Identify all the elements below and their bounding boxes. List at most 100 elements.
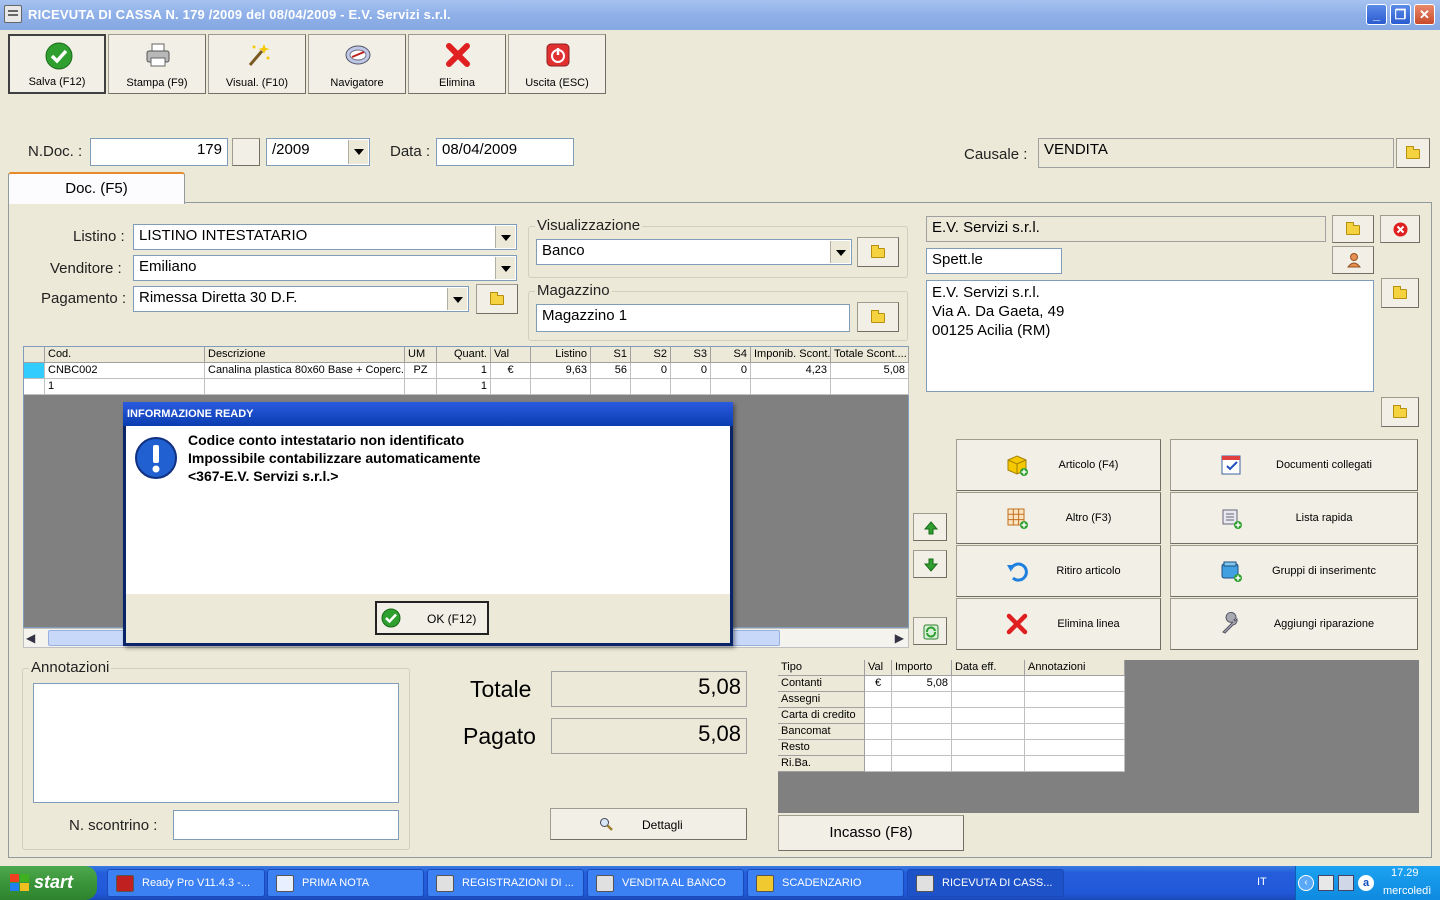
payment-cell[interactable] bbox=[1025, 756, 1125, 772]
grid-cell[interactable]: 56 bbox=[591, 363, 631, 379]
col-header[interactable]: Data eff. bbox=[952, 660, 1025, 676]
grid-cell[interactable] bbox=[751, 379, 831, 395]
payment-cell[interactable] bbox=[952, 692, 1025, 708]
chevron-left-icon[interactable]: ‹ bbox=[1298, 875, 1314, 891]
elimina-linea-button[interactable]: Elimina linea bbox=[956, 598, 1161, 650]
payment-cell[interactable] bbox=[1025, 740, 1125, 756]
lista-rapida-button[interactable]: Lista rapida bbox=[1170, 492, 1418, 544]
col-header[interactable]: S3 bbox=[671, 347, 711, 363]
monitor-icon[interactable] bbox=[1338, 875, 1354, 891]
customer-name-field[interactable]: E.V. Servizi s.r.l. bbox=[926, 216, 1326, 242]
preview-button[interactable]: Visual. (F10) bbox=[208, 34, 306, 94]
grid-cell[interactable]: PZ bbox=[405, 363, 437, 379]
payment-cell[interactable]: 5,08 bbox=[892, 676, 952, 692]
chevron-down-icon[interactable] bbox=[830, 241, 850, 263]
navigator-button[interactable]: Navigatore bbox=[308, 34, 406, 94]
col-header[interactable]: S1 bbox=[591, 347, 631, 363]
move-down-button[interactable] bbox=[913, 550, 947, 578]
payment-cell[interactable] bbox=[1025, 692, 1125, 708]
payment-cell[interactable] bbox=[865, 756, 892, 772]
task-prima-nota[interactable]: PRIMA NOTA bbox=[267, 869, 424, 897]
minimize-button[interactable]: _ bbox=[1366, 4, 1387, 25]
address-box[interactable]: E.V. Servizi s.r.l. Via A. Da Gaeta, 49 … bbox=[926, 280, 1374, 392]
incasso-button[interactable]: Incasso (F8) bbox=[778, 815, 964, 851]
documenti-collegati-button[interactable]: Documenti collegati bbox=[1170, 439, 1418, 491]
pagamento-browse-button[interactable] bbox=[476, 284, 518, 314]
grid-cell[interactable] bbox=[671, 379, 711, 395]
grid-cell[interactable] bbox=[831, 379, 909, 395]
grid-cell[interactable] bbox=[591, 379, 631, 395]
contact-button[interactable] bbox=[1332, 246, 1374, 274]
payment-cell[interactable] bbox=[1025, 724, 1125, 740]
grid-cell[interactable]: 0 bbox=[711, 363, 751, 379]
chevron-down-icon[interactable] bbox=[495, 257, 515, 279]
task-registrazioni[interactable]: REGISTRAZIONI DI ... bbox=[427, 869, 584, 897]
start-button[interactable]: start bbox=[0, 866, 97, 900]
causale-browse-button[interactable] bbox=[1396, 138, 1430, 168]
payment-cell[interactable] bbox=[892, 708, 952, 724]
venditore-select[interactable]: Emiliano bbox=[133, 255, 517, 281]
ritiro-articolo-button[interactable]: Ritiro articolo bbox=[956, 545, 1161, 597]
network-icon[interactable] bbox=[1318, 875, 1334, 891]
scroll-left-icon[interactable]: ◀ bbox=[26, 631, 35, 645]
grid-cell[interactable] bbox=[711, 379, 751, 395]
col-header[interactable]: S4 bbox=[711, 347, 751, 363]
address-browse-button[interactable] bbox=[1381, 278, 1419, 308]
payment-cell[interactable] bbox=[892, 740, 952, 756]
task-vendita-banco[interactable]: VENDITA AL BANCO bbox=[587, 869, 744, 897]
magazzino-field[interactable]: Magazzino 1 bbox=[536, 304, 850, 332]
col-header[interactable]: Val bbox=[491, 347, 531, 363]
salutation-field[interactable]: Spett.le bbox=[926, 248, 1062, 274]
listino-select[interactable]: LISTINO INTESTATARIO bbox=[133, 224, 517, 250]
payment-cell[interactable] bbox=[865, 708, 892, 724]
col-header[interactable]: Quant. bbox=[437, 347, 491, 363]
grid-cell[interactable] bbox=[631, 379, 671, 395]
grid-cell[interactable] bbox=[491, 379, 531, 395]
col-header[interactable]: S2 bbox=[631, 347, 671, 363]
payment-cell[interactable] bbox=[865, 724, 892, 740]
grid-cell[interactable] bbox=[205, 379, 405, 395]
payment-cell[interactable] bbox=[952, 740, 1025, 756]
date-input[interactable]: 08/04/2009 bbox=[436, 138, 574, 166]
task-scadenzario[interactable]: SCADENZARIO bbox=[747, 869, 904, 897]
gruppi-inserimento-button[interactable]: Gruppi di inserimentc bbox=[1170, 545, 1418, 597]
causale-field[interactable]: VENDITA bbox=[1038, 138, 1394, 168]
security-icon[interactable]: a bbox=[1358, 875, 1374, 891]
exit-button[interactable]: Uscita (ESC) bbox=[508, 34, 606, 94]
task-ready-pro[interactable]: Ready Pro V11.4.3 -... bbox=[107, 869, 265, 897]
col-header[interactable]: Descrizione bbox=[205, 347, 405, 363]
grid-cell[interactable]: 5,08 bbox=[831, 363, 909, 379]
col-header[interactable]: Listino bbox=[531, 347, 591, 363]
chevron-down-icon[interactable] bbox=[348, 140, 368, 164]
col-header[interactable]: UM bbox=[405, 347, 437, 363]
year-select[interactable]: /2009 bbox=[266, 138, 370, 166]
chevron-down-icon[interactable] bbox=[495, 226, 515, 248]
close-button[interactable]: ✕ bbox=[1414, 4, 1435, 25]
magazzino-browse-button[interactable] bbox=[857, 302, 899, 332]
grid-cell[interactable]: 9,63 bbox=[531, 363, 591, 379]
delete-button[interactable]: Elimina bbox=[408, 34, 506, 94]
notes-browse-button[interactable] bbox=[1381, 397, 1419, 427]
dettagli-button[interactable]: Dettagli bbox=[550, 808, 747, 840]
grid-cell[interactable] bbox=[531, 379, 591, 395]
pagamento-select[interactable]: Rimessa Diretta 30 D.F. bbox=[133, 286, 469, 312]
payment-cell[interactable] bbox=[952, 708, 1025, 724]
ok-button[interactable]: OK (F12) bbox=[375, 601, 489, 635]
move-up-button[interactable] bbox=[913, 513, 947, 541]
ndoc-input[interactable]: 179 bbox=[90, 138, 228, 166]
aggiungi-riparazione-button[interactable]: Aggiungi riparazione bbox=[1170, 598, 1418, 650]
payment-cell[interactable] bbox=[892, 692, 952, 708]
grid-cell[interactable]: 1 bbox=[45, 379, 205, 395]
row-selector[interactable] bbox=[24, 363, 45, 379]
payment-cell[interactable] bbox=[952, 756, 1025, 772]
col-header[interactable]: Imponib. Scont. bbox=[751, 347, 831, 363]
col-header[interactable]: Annotazioni bbox=[1025, 660, 1125, 676]
payment-cell[interactable] bbox=[952, 676, 1025, 692]
chevron-down-icon[interactable] bbox=[447, 288, 467, 310]
payment-cell[interactable] bbox=[892, 756, 952, 772]
col-header[interactable]: Tipo bbox=[778, 660, 865, 676]
maximize-button[interactable]: ❐ bbox=[1390, 4, 1411, 25]
scontrino-input[interactable] bbox=[173, 810, 399, 840]
grid-cell[interactable]: 0 bbox=[671, 363, 711, 379]
ndoc-spin-button[interactable] bbox=[232, 138, 260, 166]
